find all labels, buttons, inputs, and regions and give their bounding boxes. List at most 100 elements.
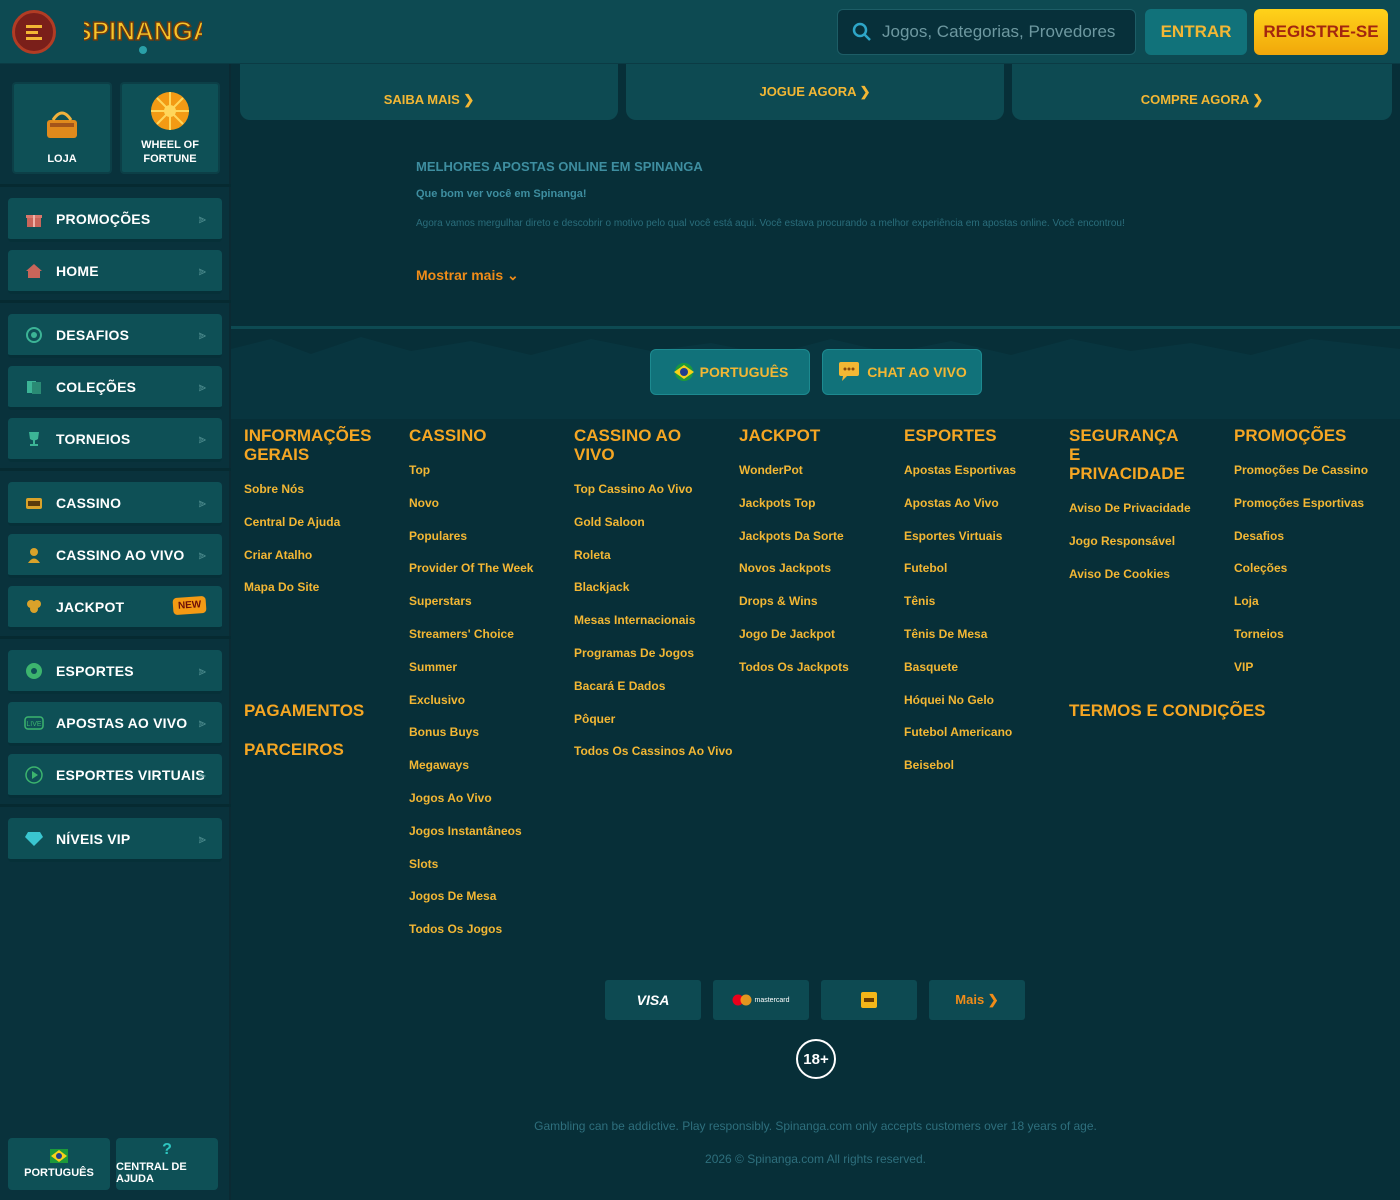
footer-link[interactable]: Aviso De Privacidade — [1069, 501, 1191, 534]
footer-link[interactable]: Jogos Ao Vivo — [409, 791, 559, 824]
footer-link[interactable]: Central De Ajuda — [244, 515, 394, 548]
partners-heading[interactable]: PARCEIROS — [244, 740, 344, 760]
chevron-icon: ⫸ — [198, 211, 206, 226]
footer-link[interactable]: Megaways — [409, 758, 559, 791]
promo-card-play-now[interactable]: JOGUE AGORA ❯ — [626, 64, 1004, 120]
live-chat-button[interactable]: CHAT AO VIVO — [822, 349, 982, 395]
footer-link[interactable]: Jackpots Top — [739, 496, 889, 529]
footer-link[interactable]: Streamers' Choice — [409, 627, 559, 660]
sidebar-language-button[interactable]: PORTUGUÊS — [8, 1138, 110, 1190]
footer-link[interactable]: Bonus Buys — [409, 725, 559, 758]
footer-link[interactable]: Promoções De Cassino — [1234, 463, 1384, 496]
learn-more-link[interactable]: SAIBA MAIS ❯ — [384, 92, 475, 108]
footer-link[interactable]: Novo — [409, 496, 559, 529]
footer-link[interactable]: Mapa Do Site — [244, 580, 394, 613]
footer-link[interactable]: Tênis De Mesa — [904, 627, 1054, 660]
footer-link[interactable]: Basquete — [904, 660, 1054, 693]
sidebar-item-label: ESPORTES — [56, 662, 134, 679]
footer-link[interactable]: Provider Of The Week — [409, 561, 559, 594]
footer-link[interactable]: Apostas Esportivas — [904, 463, 1054, 496]
sidebar-item-desafios[interactable]: DESAFIOS ⫸ — [8, 314, 222, 358]
search-box[interactable] — [837, 9, 1136, 55]
footer-link[interactable]: Tênis — [904, 594, 1054, 627]
sidebar-item-colecoes[interactable]: COLEÇÕES ⫸ — [8, 366, 222, 410]
footer-link[interactable]: Coleções — [1234, 561, 1384, 594]
sidebar-item-label: TORNEIOS — [56, 430, 131, 447]
register-button[interactable]: REGISTRE-SE — [1254, 9, 1388, 55]
sidebar-item-niveis-vip[interactable]: NÍVEIS VIP ⫸ — [8, 818, 222, 862]
footer-link[interactable]: Roleta — [574, 548, 732, 581]
promo-card-buy-now[interactable]: COMPRE AGORA ❯ — [1012, 64, 1392, 120]
more-payments-button[interactable]: Mais ❯ — [929, 980, 1025, 1020]
footer-link[interactable]: Desafios — [1234, 529, 1384, 562]
sidebar-item-esportes-virtuais[interactable]: ESPORTES VIRTUAIS ⫸ — [8, 754, 222, 798]
buy-now-link[interactable]: COMPRE AGORA ❯ — [1141, 92, 1264, 108]
footer-link[interactable]: Todos Os Jogos — [409, 922, 559, 955]
footer-link[interactable]: Apostas Ao Vivo — [904, 496, 1054, 529]
search-input[interactable] — [882, 22, 1132, 42]
spinanga-logo[interactable]: SPINANGA — [74, 8, 213, 56]
sidebar-item-label: COLEÇÕES — [56, 378, 137, 395]
login-button[interactable]: ENTRAR — [1145, 9, 1247, 55]
payments-heading[interactable]: PAGAMENTOS — [244, 701, 364, 721]
dealer-icon — [24, 545, 44, 565]
footer-link[interactable]: Criar Atalho — [244, 548, 394, 581]
sidebar-item-promocoes[interactable]: PROMOÇÕES ⫸ — [8, 198, 222, 242]
footer-link[interactable]: Todos Os Cassinos Ao Vivo — [574, 744, 732, 777]
sidebar-item-jackpot[interactable]: JACKPOT NEW — [8, 586, 222, 630]
wheel-of-fortune-tile[interactable]: WHEEL OF FORTUNE — [120, 82, 220, 174]
footer-link[interactable]: Slots — [409, 857, 559, 890]
footer-link[interactable]: Futebol Americano — [904, 725, 1054, 758]
footer-link[interactable]: Programas De Jogos — [574, 646, 732, 679]
footer-link[interactable]: Pôquer — [574, 712, 732, 745]
sidebar-item-esportes[interactable]: ESPORTES ⫸ — [8, 650, 222, 694]
menu-toggle-button[interactable] — [12, 10, 56, 54]
footer-link[interactable]: WonderPot — [739, 463, 889, 496]
footer-link[interactable]: Loja — [1234, 594, 1384, 627]
seo-section: MELHORES APOSTAS ONLINE EM SPINANGA Que … — [416, 159, 1216, 229]
play-now-link[interactable]: JOGUE AGORA ❯ — [759, 84, 870, 100]
footer-link[interactable]: Hóquei No Gelo — [904, 693, 1054, 726]
footer-link[interactable]: Todos Os Jackpots — [739, 660, 889, 693]
promo-card-learn-more[interactable]: SAIBA MAIS ❯ — [240, 64, 618, 120]
footer-link[interactable]: Futebol — [904, 561, 1054, 594]
sidebar-help-button[interactable]: ? CENTRAL DE AJUDA — [116, 1138, 218, 1190]
footer-link[interactable]: Drops & Wins — [739, 594, 889, 627]
footer-link[interactable]: Blackjack — [574, 580, 732, 613]
footer-link[interactable]: Top Cassino Ao Vivo — [574, 482, 732, 515]
sidebar-item-cassino[interactable]: CASSINO ⫸ — [8, 482, 222, 526]
footer-link[interactable]: Gold Saloon — [574, 515, 732, 548]
footer-link[interactable]: Summer — [409, 660, 559, 693]
footer-link[interactable]: Esportes Virtuais — [904, 529, 1054, 562]
footer-link[interactable]: Jogos Instantâneos — [409, 824, 559, 857]
footer-link[interactable]: Superstars — [409, 594, 559, 627]
footer-language-button[interactable]: PORTUGUÊS — [650, 349, 810, 395]
footer-link[interactable]: VIP — [1234, 660, 1384, 693]
footer-link[interactable]: Sobre Nós — [244, 482, 394, 515]
sidebar-item-cassino-ao-vivo[interactable]: CASSINO AO VIVO ⫸ — [8, 534, 222, 578]
footer-link[interactable]: Jackpots Da Sorte — [739, 529, 889, 562]
footer-link[interactable]: Exclusivo — [409, 693, 559, 726]
footer-link[interactable]: Jogo Responsável — [1069, 534, 1191, 567]
footer-link[interactable]: Beisebol — [904, 758, 1054, 791]
footer-link[interactable]: Populares — [409, 529, 559, 562]
cards-icon — [24, 377, 44, 397]
show-more-link[interactable]: Mostrar mais ⌄ — [416, 267, 519, 284]
sidebar-item-home[interactable]: HOME ⫸ — [8, 250, 222, 294]
footer-link[interactable]: Mesas Internacionais — [574, 613, 732, 646]
wheel-icon — [151, 92, 189, 130]
shop-tile[interactable]: LOJA — [12, 82, 112, 174]
footer-link[interactable]: Novos Jackpots — [739, 561, 889, 594]
footer-link[interactable]: Jogos De Mesa — [409, 889, 559, 922]
column-heading: PROMOÇÕES — [1234, 426, 1347, 445]
column-heading: SEGURANÇA E PRIVACIDADE — [1069, 426, 1185, 483]
footer-link[interactable]: Bacará E Dados — [574, 679, 732, 712]
sidebar-item-apostas-ao-vivo[interactable]: LIVE APOSTAS AO VIVO ⫸ — [8, 702, 222, 746]
footer-link[interactable]: Aviso De Cookies — [1069, 567, 1191, 600]
footer-link[interactable]: Torneios — [1234, 627, 1384, 660]
footer-link[interactable]: Promoções Esportivas — [1234, 496, 1384, 529]
sidebar-item-torneios[interactable]: TORNEIOS ⫸ — [8, 418, 222, 462]
footer-link[interactable]: Top — [409, 463, 559, 496]
footer-link[interactable]: Jogo De Jackpot — [739, 627, 889, 660]
terms-heading[interactable]: TERMOS E CONDIÇÕES — [1069, 701, 1265, 721]
